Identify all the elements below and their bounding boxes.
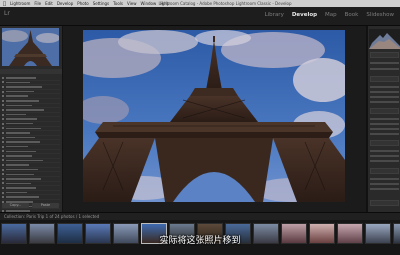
slider-track[interactable] xyxy=(370,188,399,190)
histogram-graph xyxy=(369,33,400,49)
presets-panel-header[interactable] xyxy=(0,69,62,74)
right-panel xyxy=(367,26,400,212)
module-picker: Library Develop Map Book Slideshow xyxy=(265,12,394,18)
develop-canvas xyxy=(63,26,366,212)
menu-photo[interactable]: Photo xyxy=(77,0,88,7)
menu-view[interactable]: View xyxy=(127,0,137,7)
menu-edit[interactable]: Edit xyxy=(45,0,53,7)
navigator-preview[interactable] xyxy=(2,28,59,66)
window-title: Lightroom Catalog - Adobe Photoshop Ligh… xyxy=(158,1,292,6)
menu-file[interactable]: File xyxy=(34,0,41,7)
presence-panel-header[interactable] xyxy=(370,140,399,146)
slider-track[interactable] xyxy=(370,91,399,93)
menu-develop[interactable]: Develop xyxy=(57,0,73,7)
slider-track[interactable] xyxy=(370,183,399,185)
eiffel-tower-photo xyxy=(83,30,345,202)
module-library[interactable]: Library xyxy=(265,12,284,18)
menu-app[interactable]: Lightroom xyxy=(10,0,30,7)
slider-track[interactable] xyxy=(370,128,399,130)
menu-settings[interactable]: Settings xyxy=(93,0,109,7)
apple-icon[interactable]:  xyxy=(3,1,6,7)
main-photo[interactable] xyxy=(83,30,345,202)
slider-track[interactable] xyxy=(370,101,399,103)
slider-track[interactable] xyxy=(370,123,399,125)
reset-button[interactable] xyxy=(370,200,399,206)
slider-track[interactable] xyxy=(370,150,399,152)
video-subtitle: 实际将这张照片移到 xyxy=(159,236,241,246)
slider-track[interactable] xyxy=(370,160,399,162)
tone-panel-header[interactable] xyxy=(370,108,399,114)
presets-list xyxy=(2,76,60,212)
panel-row xyxy=(370,68,399,70)
slider-track[interactable] xyxy=(370,178,399,180)
copy-paste-buttons: Copy... Paste xyxy=(2,203,59,208)
basic-panel-header[interactable] xyxy=(370,76,399,82)
slider-track[interactable] xyxy=(370,155,399,157)
macos-menubar:  Lightroom File Edit Develop Photo Sett… xyxy=(0,0,400,7)
lightroom-logo-icon: Lr xyxy=(4,10,10,17)
tone-curve-header[interactable] xyxy=(370,168,399,174)
slider-track[interactable] xyxy=(370,133,399,135)
module-slideshow[interactable]: Slideshow xyxy=(366,12,394,18)
module-book[interactable]: Book xyxy=(345,12,359,18)
panel-row xyxy=(370,62,399,64)
tool-strip[interactable] xyxy=(370,52,399,58)
histogram[interactable] xyxy=(369,29,400,49)
navigator-image xyxy=(2,28,59,66)
paste-button[interactable]: Paste xyxy=(32,203,59,208)
slider-track[interactable] xyxy=(370,118,399,120)
module-bar: Lr Library Develop Map Book Slideshow xyxy=(0,7,400,26)
menu-tools[interactable]: Tools xyxy=(113,0,123,7)
left-panel: Copy... Paste xyxy=(0,26,63,212)
slider-track[interactable] xyxy=(370,96,399,98)
app-menu: Lightroom File Edit Develop Photo Settin… xyxy=(10,0,169,7)
copy-button[interactable]: Copy... xyxy=(2,203,29,208)
module-develop[interactable]: Develop xyxy=(292,12,317,18)
module-map[interactable]: Map xyxy=(325,12,337,18)
slider-track[interactable] xyxy=(370,86,399,88)
